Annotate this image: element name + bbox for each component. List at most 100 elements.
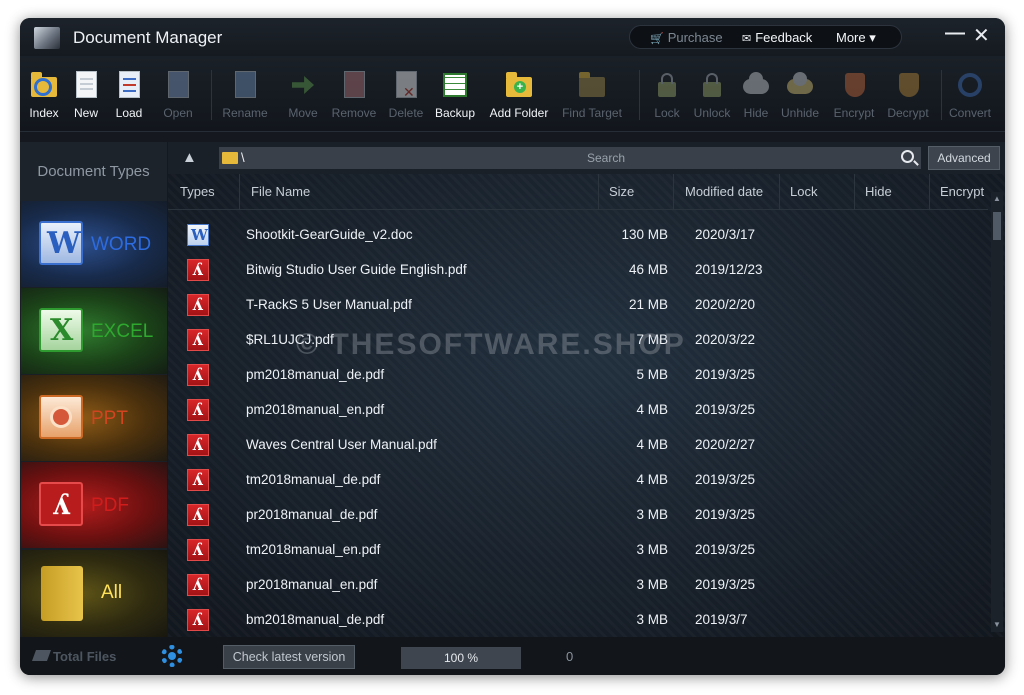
find-target-icon xyxy=(577,70,607,100)
scroll-thumb[interactable] xyxy=(993,212,1001,240)
file-list: Types File Name Size Modified date Lock … xyxy=(168,174,1005,637)
more-menu[interactable]: More ▾ xyxy=(836,30,876,46)
search-input[interactable]: Search xyxy=(581,147,921,169)
add-folder-button[interactable]: + Add Folder xyxy=(489,70,549,120)
encrypt-shield-icon xyxy=(839,70,869,100)
table-row[interactable]: ʎ pr2018manual_de.pdf 3 MB 2019/3/25 xyxy=(168,498,988,533)
pdf-file-icon: ʎ xyxy=(187,259,209,281)
backup-button[interactable]: Backup xyxy=(425,70,485,120)
total-files-label: Total Files xyxy=(53,649,117,664)
find-target-label: Find Target xyxy=(562,106,622,120)
minimize-button[interactable]: — xyxy=(945,22,965,45)
rename-label: Rename xyxy=(222,106,268,120)
unhide-button[interactable]: Unhide xyxy=(770,70,830,120)
convert-icon xyxy=(955,70,985,100)
table-row[interactable]: ʎ T-RackS 5 User Manual.pdf 21 MB 2020/2… xyxy=(168,288,988,323)
column-hide[interactable]: Hide xyxy=(865,184,892,199)
decrypt-button[interactable]: Decrypt xyxy=(878,70,938,120)
sidebar: Document Types W WORD X EXCEL PPT ʎ PDF … xyxy=(20,142,167,637)
cart-icon: 🛒 xyxy=(650,33,664,45)
file-size: 4 MB xyxy=(636,472,668,487)
title-bar: Document Manager 🛒 Purchase ✉ Feedback Mor… xyxy=(20,18,1005,56)
watermark: © THESOFTWARE.SHOP xyxy=(296,328,686,361)
convert-button[interactable]: Convert xyxy=(940,70,1000,120)
file-name: T-RackS 5 User Manual.pdf xyxy=(246,297,412,312)
backup-icon xyxy=(440,70,470,100)
table-row[interactable]: ʎ bm2018manual_de.pdf 3 MB 2019/3/7 xyxy=(168,603,988,637)
file-size: 5 MB xyxy=(636,367,668,382)
column-size[interactable]: Size xyxy=(609,184,634,199)
search-icon[interactable] xyxy=(901,150,914,163)
scroll-up-icon[interactable]: ▲ xyxy=(993,194,1001,203)
gear-icon[interactable] xyxy=(161,645,183,667)
file-name: pr2018manual_de.pdf xyxy=(246,507,378,522)
file-date: 2019/3/25 xyxy=(695,542,756,557)
table-row[interactable]: ʎ pm2018manual_en.pdf 4 MB 2019/3/25 xyxy=(168,393,988,428)
remove-button[interactable]: Remove xyxy=(324,70,384,120)
file-size: 3 MB xyxy=(636,507,668,522)
column-file-name[interactable]: File Name xyxy=(251,184,310,199)
path-field[interactable]: \ xyxy=(219,147,595,169)
table-row[interactable]: ʎ pm2018manual_de.pdf 5 MB 2019/3/25 xyxy=(168,358,988,393)
sidebar-item-label: PPT xyxy=(91,408,128,429)
advanced-search-button[interactable]: Advanced xyxy=(928,146,1000,170)
feedback-label: Feedback xyxy=(755,30,813,45)
remove-label: Remove xyxy=(331,106,377,120)
toolbar: Index New Load Open Rename Move Remove ✕ xyxy=(20,56,1005,132)
close-button[interactable]: ✕ xyxy=(973,23,990,48)
table-row[interactable]: ʎ Waves Central User Manual.pdf 4 MB 202… xyxy=(168,428,988,463)
encrypt-button[interactable]: Encrypt xyxy=(824,70,884,120)
file-size: 130 MB xyxy=(621,227,668,242)
sidebar-item-word[interactable]: W WORD xyxy=(21,201,167,287)
table-row[interactable]: W Shootkit-GearGuide_v2.doc 130 MB 2020/… xyxy=(168,218,988,253)
table-row[interactable]: ʎ tm2018manual_de.pdf 4 MB 2019/3/25 xyxy=(168,463,988,498)
check-version-button[interactable]: Check latest version xyxy=(223,645,355,669)
purchase-label: Purchase xyxy=(667,30,723,45)
table-row[interactable]: ʎ tm2018manual_en.pdf 3 MB 2019/3/25 xyxy=(168,533,988,568)
up-arrow-icon[interactable]: ▲ xyxy=(182,149,197,166)
file-name: tm2018manual_de.pdf xyxy=(246,472,381,487)
find-target-button[interactable]: Find Target xyxy=(562,70,622,120)
move-icon xyxy=(288,70,318,100)
open-icon xyxy=(163,70,193,100)
ppt-icon xyxy=(39,395,83,439)
sidebar-item-pdf[interactable]: ʎ PDF xyxy=(21,462,167,548)
folder-icon xyxy=(41,566,83,621)
column-types[interactable]: Types xyxy=(180,184,215,199)
progress-bar: 100 % xyxy=(401,647,521,669)
file-size: 3 MB xyxy=(636,542,668,557)
column-lock[interactable]: Lock xyxy=(790,184,817,199)
open-button[interactable]: Open xyxy=(148,70,208,120)
vertical-scrollbar[interactable]: ▲ ▼ xyxy=(991,192,1003,632)
column-encrypt[interactable]: Encrypt xyxy=(940,184,984,199)
sidebar-item-label: PDF xyxy=(91,495,129,516)
sidebar-item-ppt[interactable]: PPT xyxy=(21,375,167,461)
column-modified-date[interactable]: Modified date xyxy=(685,184,763,199)
status-bar: Total Files Check latest version 100 % 0 xyxy=(20,637,1005,675)
file-count: 0 xyxy=(566,649,574,664)
open-label: Open xyxy=(163,106,193,120)
encrypt-label: Encrypt xyxy=(833,106,875,120)
sidebar-item-excel[interactable]: X EXCEL xyxy=(21,288,167,374)
file-date: 2019/3/25 xyxy=(695,472,756,487)
pdf-file-icon: ʎ xyxy=(187,574,209,596)
word-icon: W xyxy=(39,221,83,265)
table-row[interactable]: ʎ pr2018manual_en.pdf 3 MB 2019/3/25 xyxy=(168,568,988,603)
sidebar-item-all[interactable]: All xyxy=(21,550,167,637)
column-divider xyxy=(854,174,855,210)
rename-button[interactable]: Rename xyxy=(215,70,275,120)
pdf-file-icon: ʎ xyxy=(187,364,209,386)
top-menu: 🛒 Purchase ✉ Feedback More ▾ xyxy=(629,25,902,49)
file-name: Shootkit-GearGuide_v2.doc xyxy=(246,227,413,242)
unhide-cloud-icon xyxy=(785,70,815,100)
table-row[interactable]: ʎ Bitwig Studio User Guide English.pdf 4… xyxy=(168,253,988,288)
scroll-down-icon[interactable]: ▼ xyxy=(993,620,1001,629)
sidebar-item-label: WORD xyxy=(91,234,152,255)
pdf-file-icon: ʎ xyxy=(187,294,209,316)
purchase-link[interactable]: 🛒 Purchase xyxy=(650,30,723,45)
file-date: 2019/3/25 xyxy=(695,402,756,417)
sidebar-item-label: EXCEL xyxy=(91,321,154,342)
files-icon xyxy=(31,650,52,661)
feedback-link[interactable]: ✉ Feedback xyxy=(742,30,812,45)
convert-label: Convert xyxy=(948,106,992,120)
